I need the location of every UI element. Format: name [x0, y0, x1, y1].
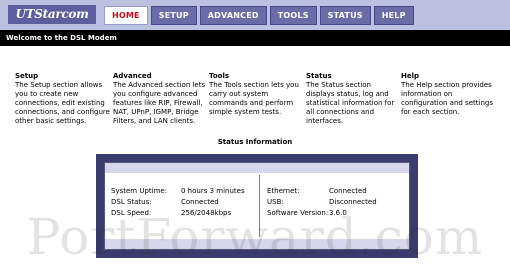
status-panel-body: System Uptime: 0 hours 3 minutes DSL Sta…: [104, 162, 410, 250]
section-description: The Tools section lets you carry out sys…: [209, 81, 299, 116]
section-description: The Advanced section lets you configure …: [113, 81, 206, 125]
tab-advanced[interactable]: ADVANCED: [199, 6, 267, 25]
status-column-left: System Uptime: 0 hours 3 minutes DSL Sta…: [111, 186, 245, 219]
column-divider: [259, 175, 260, 237]
section-title: Help: [401, 72, 420, 80]
main-nav: HOME SETUP ADVANCED TOOLS STATUS HELP: [104, 6, 414, 25]
utstarcom-logo: UTStarcom: [8, 5, 96, 24]
status-label: USB:: [267, 198, 284, 206]
status-panel: System Uptime: 0 hours 3 minutes DSL Sta…: [96, 154, 418, 258]
status-row-software-version: Software Version: 3.6.0: [267, 208, 377, 219]
welcome-title: Welcome to the DSL Modem: [0, 30, 510, 46]
status-label: Ethernet:: [267, 187, 300, 195]
status-label: DSL Speed:: [111, 209, 152, 217]
status-label: System Uptime:: [111, 187, 168, 195]
status-row-usb: USB: Disconnected: [267, 197, 377, 208]
section-description: The Status section displays status, log …: [306, 81, 395, 125]
status-row-dsl-speed: DSL Speed: 256/2048kbps: [111, 208, 245, 219]
status-value: 0 hours 3 minutes: [181, 187, 245, 195]
section-description: The Help section provides information on…: [401, 81, 493, 116]
tab-status[interactable]: STATUS: [319, 6, 371, 25]
section-title: Advanced: [113, 72, 152, 80]
status-value: Connected: [181, 198, 219, 206]
section-status: Status The Status section displays statu…: [306, 72, 398, 126]
status-value: 256/2048kbps: [181, 209, 232, 217]
tab-help[interactable]: HELP: [373, 6, 414, 25]
section-tools: Tools The Tools section lets you carry o…: [209, 72, 303, 117]
section-title: Setup: [15, 72, 39, 80]
status-value: Disconnected: [329, 198, 377, 206]
section-advanced: Advanced The Advanced section lets you c…: [113, 72, 206, 126]
status-label: Software Version:: [267, 209, 329, 217]
section-title: Tools: [209, 72, 230, 80]
status-row-ethernet: Ethernet: Connected: [267, 186, 377, 197]
panel-stripe: [105, 239, 409, 249]
section-title: Status: [306, 72, 332, 80]
section-setup: Setup The Setup section allows you to cr…: [15, 72, 111, 126]
status-label: DSL Status:: [111, 198, 152, 206]
tab-home[interactable]: HOME: [104, 6, 148, 25]
status-information-title: Status Information: [217, 138, 293, 146]
section-description: The Setup section allows you to create n…: [15, 81, 110, 125]
tab-tools[interactable]: TOOLS: [269, 6, 317, 25]
status-value: Connected: [329, 187, 367, 195]
status-column-right: Ethernet: Connected USB: Disconnected So…: [267, 186, 377, 219]
tab-setup[interactable]: SETUP: [150, 6, 197, 25]
status-row-dsl-status: DSL Status: Connected: [111, 197, 245, 208]
section-help: Help The Help section provides informati…: [401, 72, 497, 117]
status-row-uptime: System Uptime: 0 hours 3 minutes: [111, 186, 245, 197]
header-band: UTStarcom HOME SETUP ADVANCED TOOLS STAT…: [0, 0, 510, 30]
status-value: 3.6.0: [329, 209, 347, 217]
panel-stripe: [105, 163, 409, 173]
